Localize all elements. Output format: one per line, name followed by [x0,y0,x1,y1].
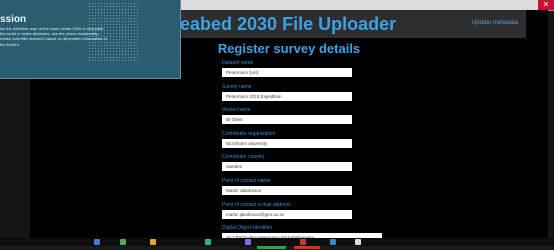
taskbar-app-icon[interactable] [245,239,251,245]
dataset-name-input[interactable] [222,68,352,77]
taskbar-app-icon[interactable] [94,239,100,245]
taskbar-app-icon[interactable] [330,239,336,245]
field-label: Vessel name [222,107,251,114]
taskbar [0,238,554,246]
field-label: Point of contact e-mail address [222,201,291,208]
overlay-text: ise the definitive map of the world ocea… [0,26,107,47]
taskbar-app-icon[interactable] [120,239,126,245]
field-vessel-name: Vessel name [222,107,382,131]
update-metadata-link[interactable]: Update metadata [472,20,518,26]
field-contact-name: Point of contact name [222,178,382,202]
contact-name-input[interactable] [222,185,352,195]
contributor-organization-input[interactable] [222,138,352,148]
close-icon[interactable]: ✕ [538,0,554,10]
field-contributor-country: Contributor country [222,154,382,178]
survey-name-input[interactable] [222,91,352,101]
field-label: Contributor organization [222,130,276,137]
field-dataset-name: Dataset name [222,60,382,84]
app-title: eabed 2030 File Uploader [180,14,397,34]
taskbar-app-icon[interactable] [205,239,211,245]
field-label: Dataset name [222,60,254,66]
contact-email-input[interactable] [222,209,352,219]
taskbar-app-icon[interactable] [150,239,156,245]
field-label: Survey name [222,83,252,90]
taskbar-app-icon[interactable] [355,239,361,245]
overlay-title: ssion [0,14,27,25]
mission-thumbnail-window[interactable]: ssion ise the definitive map of the worl… [0,0,181,79]
field-contact-email: Point of contact e-mail address [222,202,382,226]
field-survey-name: Survey name [222,84,382,108]
taskbar-app-icon[interactable] [300,239,306,245]
vessel-name-input[interactable] [222,115,352,125]
survey-form: Dataset name Survey name Vessel name Con… [222,60,382,249]
app-header: eabed 2030 File Uploader Update metadata [180,10,526,38]
field-contributor-organization: Contributor organization [222,131,382,155]
contributor-country-input[interactable] [222,162,352,172]
field-label: Contributor country [222,154,265,161]
field-label: Point of contact name [222,177,271,184]
